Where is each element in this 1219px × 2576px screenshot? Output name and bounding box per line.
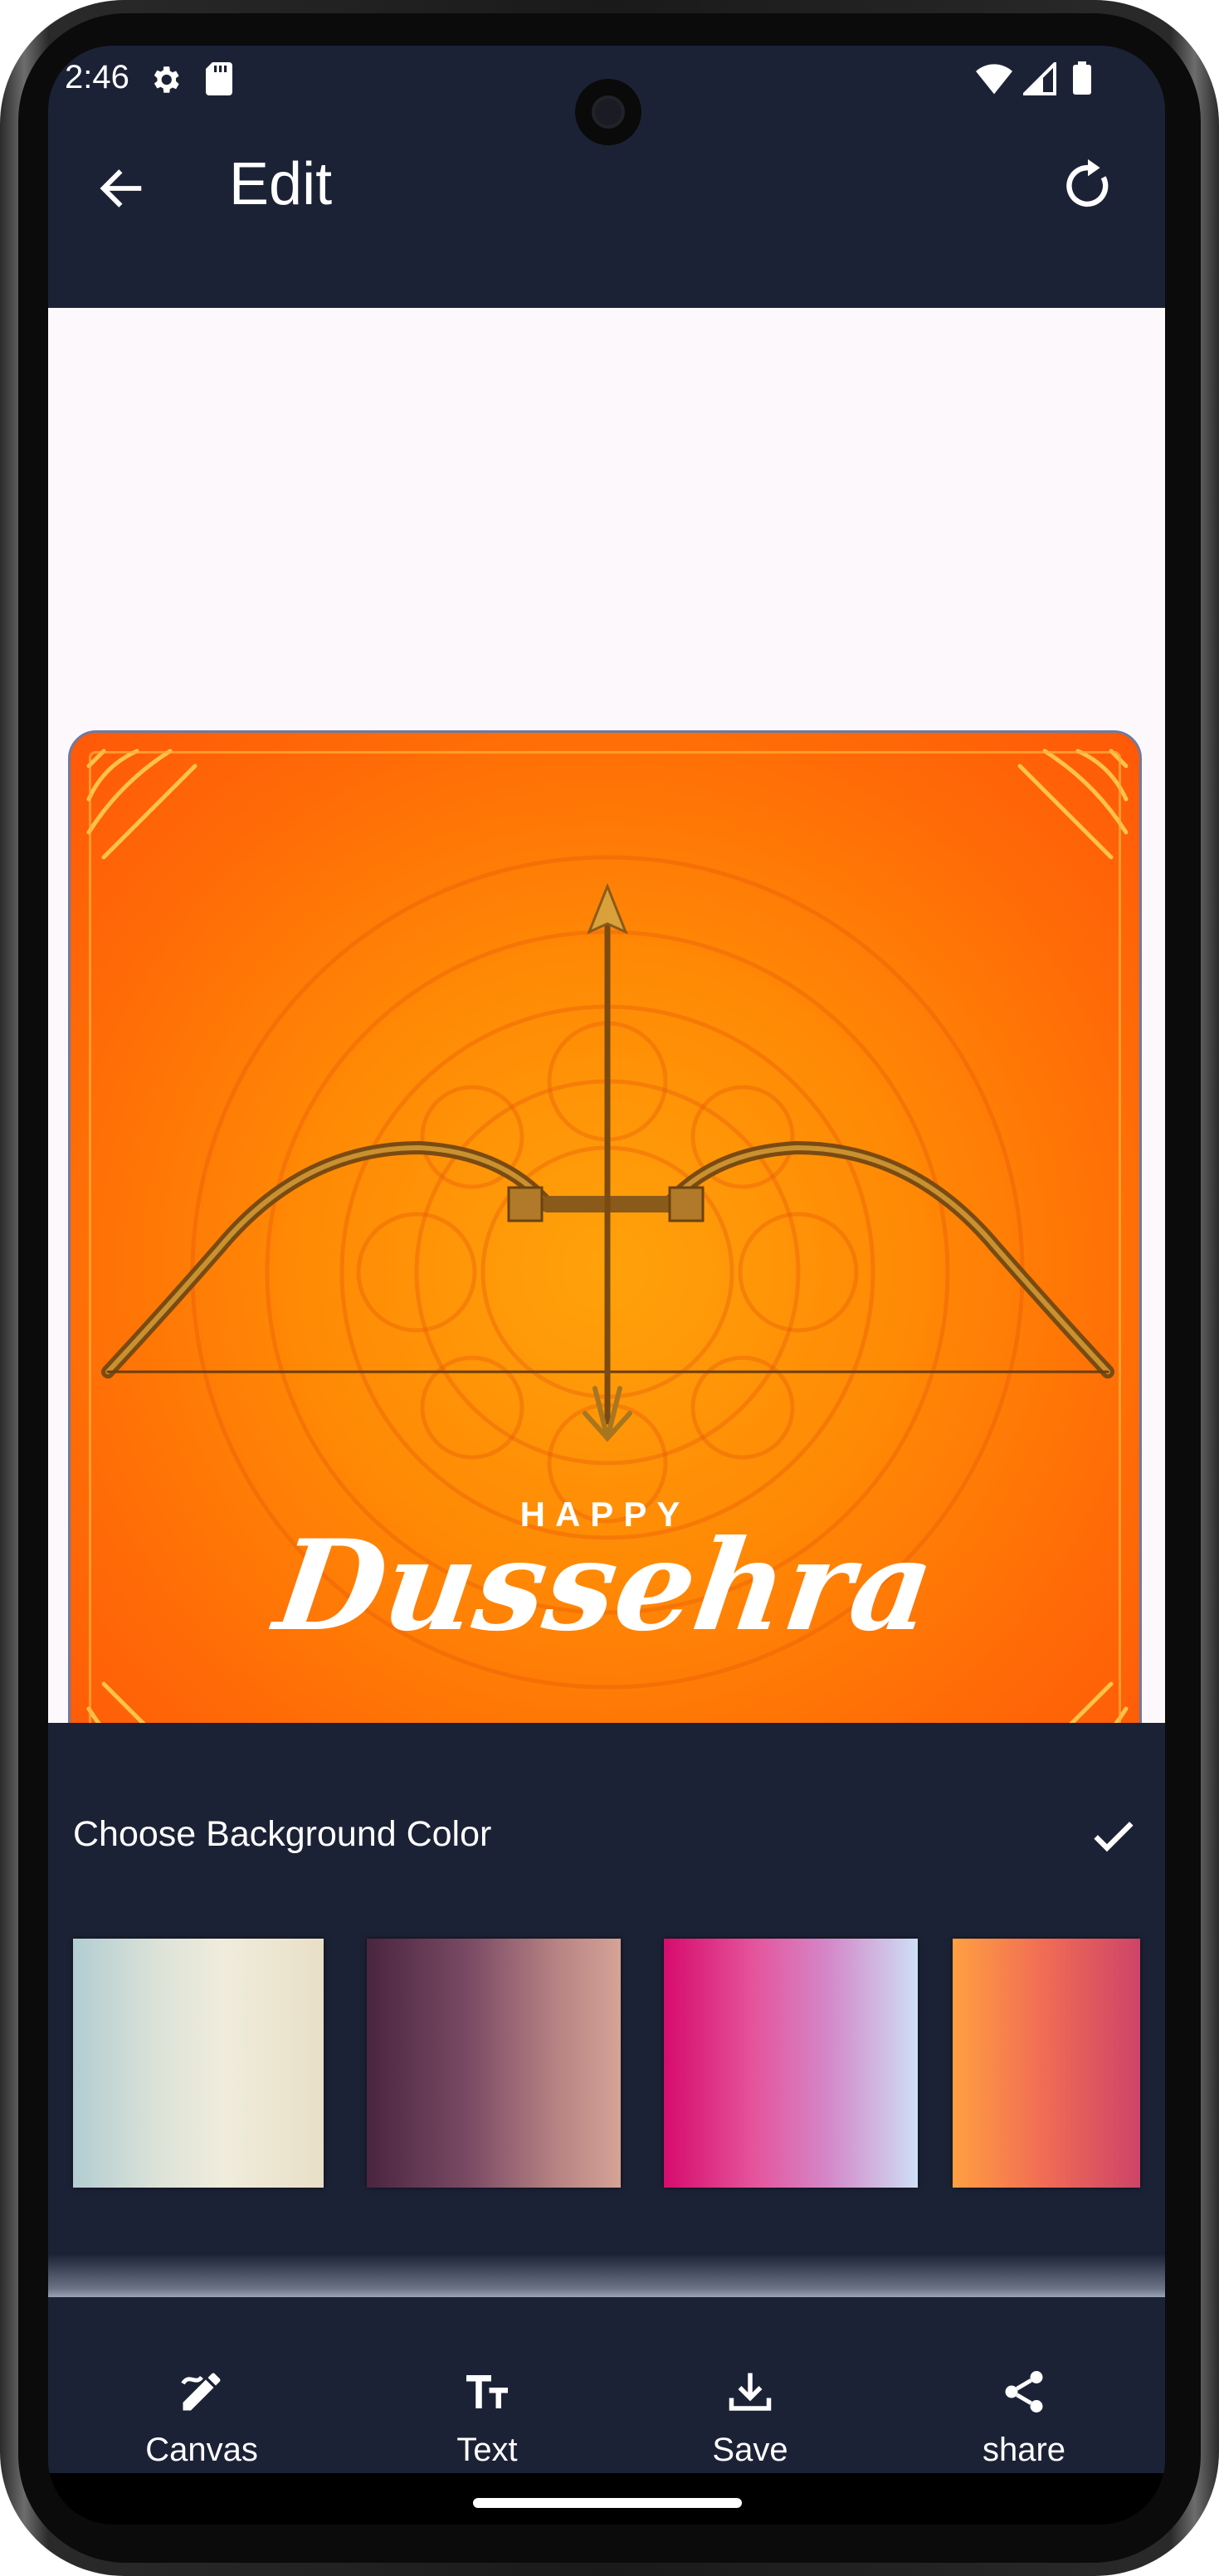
canvas-area: HAPPY Dussehra: [48, 308, 1165, 1806]
status-time: 2:46: [65, 59, 129, 95]
poster-greeting-large: Dussehra: [267, 1513, 943, 1659]
share-label: share: [982, 2432, 1066, 2468]
wifi-icon: [976, 64, 1012, 95]
signal-icon: [1023, 62, 1056, 95]
text-label: Text: [456, 2432, 518, 2468]
text-button[interactable]: Text: [404, 2297, 570, 2468]
color-swatch-1[interactable]: [73, 1939, 324, 2188]
reset-icon[interactable]: [1059, 157, 1117, 215]
color-swatch-3[interactable]: [664, 1939, 918, 2188]
poster-image[interactable]: HAPPY Dussehra: [68, 730, 1142, 1806]
front-camera: [575, 79, 641, 145]
confirm-check-icon[interactable]: [1087, 1809, 1140, 1862]
save-button[interactable]: Save: [667, 2297, 833, 2468]
color-swatch-4[interactable]: [953, 1939, 1140, 2188]
settings-gear-icon: [154, 66, 179, 93]
sd-card-icon: [206, 62, 232, 95]
share-button[interactable]: share: [941, 2297, 1107, 2468]
canvas-button[interactable]: Canvas: [119, 2297, 285, 2468]
home-indicator[interactable]: [473, 2498, 742, 2508]
canvas-icon: [181, 2373, 221, 2411]
back-arrow-icon[interactable]: [95, 162, 148, 215]
screen: 2:46 Edit HAPPY Dussehra Choose Backgrou…: [48, 46, 1165, 2525]
page-title: Edit: [229, 151, 333, 217]
text-size-icon: [466, 2375, 508, 2408]
battery-icon: [1073, 61, 1091, 95]
save-label: Save: [712, 2432, 788, 2468]
background-color-panel: Choose Background Color: [48, 1723, 1165, 2297]
share-icon: [1005, 2371, 1043, 2413]
panel-divider: [48, 2254, 1165, 2297]
panel-title: Choose Background Color: [73, 1814, 492, 1854]
download-icon: [729, 2373, 772, 2411]
color-swatch-2[interactable]: [367, 1939, 621, 2188]
canvas-label: Canvas: [145, 2432, 258, 2468]
